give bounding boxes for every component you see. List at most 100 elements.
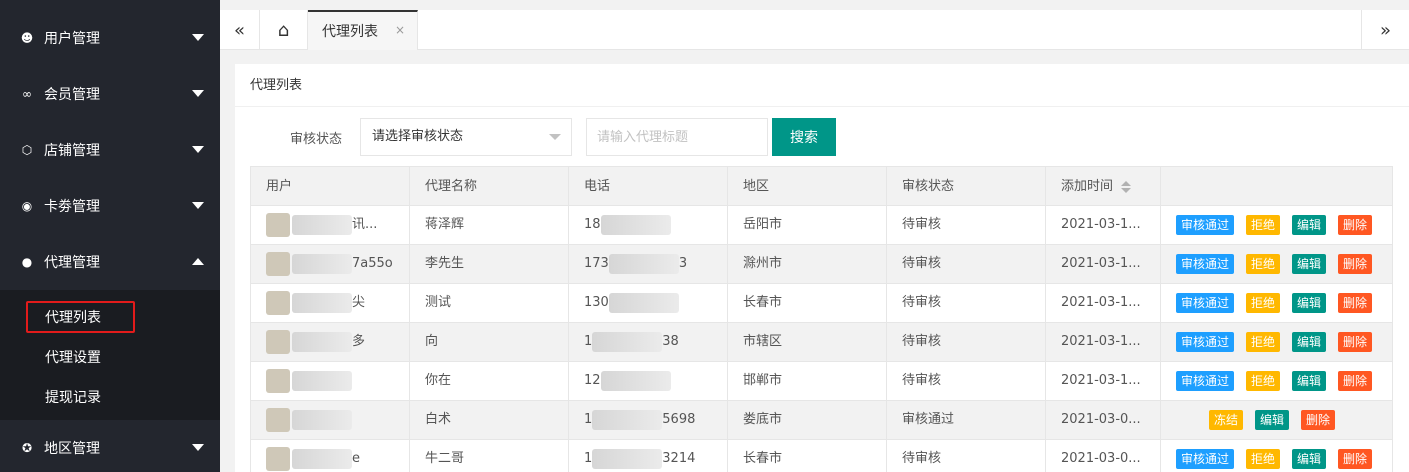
cell-added-time: 2021-03-0... [1061,451,1141,466]
cell-region: 邯郸市 [743,373,783,388]
cell-region: 滁州市 [728,245,887,283]
approve-button[interactable]: 审核通过 [1176,254,1235,274]
cell-agent-name: 李先生 [425,256,465,271]
status-filter-label: 审核状态 [290,132,343,147]
cell-agent-name: 白术 [425,412,452,427]
edit-button[interactable]: 编辑 [1292,293,1327,313]
sidebar-item-label: 地区管理 [44,441,100,457]
cell-agent-name: 测试 [425,295,452,310]
cell-region: 岳阳市 [728,206,887,244]
cell-actions: 审核通过 拒绝 编辑 删除 [1160,323,1392,361]
keyword-input[interactable] [586,118,768,156]
caret-down-icon [192,90,204,97]
reject-button[interactable]: 拒绝 [1246,449,1281,469]
approve-button[interactable]: 审核通过 [1176,449,1235,469]
delete-button[interactable]: 删除 [1338,254,1373,274]
cell-added-time: 2021-03-1... [1061,256,1141,271]
card-title: 代理列表 [235,64,1409,107]
tab-bar: « ⌂ 代理列表 × » [220,10,1409,50]
sidebar-item-member-management[interactable]: ∞ 会员管理 [0,66,220,122]
cell-region: 邯郸市 [728,362,887,400]
caret-up-icon [192,258,204,265]
status-select[interactable]: 请选择审核状态 [360,118,572,156]
col-agent-name: 代理名称 [410,167,569,206]
approve-button[interactable]: 审核通过 [1176,332,1235,352]
delete-button[interactable]: 删除 [1338,371,1373,391]
approve-button[interactable]: 审核通过 [1176,293,1235,313]
delete-button[interactable]: 删除 [1338,215,1373,235]
cell-name: 你在 [410,362,569,400]
cell-user: 多 [251,323,410,361]
masked-text [600,214,671,235]
cell-user-visible: e [352,451,360,466]
cell-phone: 12 [569,362,728,400]
delete-button[interactable]: 删除 [1338,332,1373,352]
cell-user-visible: 7a55o [352,256,393,271]
cell-time: 2021-03-1... [1046,362,1160,400]
cell-region: 市辖区 [728,323,887,361]
avatar [266,407,290,432]
sidebar-item-coupon-management[interactable]: ◉ 卡劵管理 [0,178,220,234]
sidebar-item-user-management[interactable]: ☻ 用户管理 [0,10,220,66]
tab-home[interactable]: ⌂ [260,10,308,50]
tabs-scroll-left-button[interactable]: « [220,10,260,50]
cell-phone: 1 38 [569,323,728,361]
edit-button[interactable]: 编辑 [1292,371,1327,391]
tabs-scroll-right-button[interactable]: » [1361,10,1409,50]
cell-region: 长春市 [743,295,783,310]
reject-button[interactable]: 拒绝 [1246,293,1281,313]
edit-button[interactable]: 编辑 [1292,449,1327,469]
masked-text [292,331,352,352]
cell-region: 岳阳市 [743,217,783,232]
sort-icon[interactable] [1121,180,1132,193]
cell-user-visible: 讯... [352,217,378,232]
close-icon[interactable]: × [395,23,405,37]
cell-region: 娄底市 [728,401,887,439]
edit-button[interactable]: 编辑 [1292,332,1327,352]
caret-down-icon [192,146,204,153]
cell-actions: 审核通过 拒绝 编辑 删除 [1160,206,1392,244]
edit-button[interactable]: 编辑 [1292,215,1327,235]
cell-status: 待审核 [902,217,942,232]
reject-button[interactable]: 拒绝 [1246,371,1281,391]
cell-agent-name: 你在 [425,373,452,388]
cell-region: 市辖区 [743,334,783,349]
col-added-time[interactable]: 添加时间 [1046,167,1160,206]
delete-button[interactable]: 删除 [1338,449,1373,469]
user-outline-icon: ☻ [20,31,34,45]
tab-agent-list[interactable]: 代理列表 × [308,10,418,50]
cell-actions: 审核通过 拒绝 编辑 删除 [1160,440,1392,472]
masked-text [592,331,663,352]
cell-name: 牛二哥 [410,440,569,472]
approve-button[interactable]: 审核通过 [1176,215,1235,235]
cell-phone-prefix: 1 [584,334,593,349]
col-phone: 电话 [569,167,728,206]
infinity-icon: ∞ [22,87,32,101]
freeze-button[interactable]: 冻结 [1209,410,1244,430]
cell-name: 白术 [410,401,569,439]
active-submenu-highlight [26,301,135,333]
delete-button[interactable]: 删除 [1301,410,1336,430]
edit-button[interactable]: 编辑 [1255,410,1290,430]
edit-button[interactable]: 编辑 [1292,254,1327,274]
approve-button[interactable]: 审核通过 [1176,371,1235,391]
cell-region: 长春市 [728,284,887,322]
action-buttons: 审核通过 拒绝 编辑 删除 [1176,449,1373,469]
submenu-withdraw-records[interactable]: 提现记录 [45,387,101,407]
action-buttons: 冻结 编辑 删除 [1209,410,1336,430]
reject-button[interactable]: 拒绝 [1246,332,1281,352]
sidebar-item-agent-management[interactable]: ● 代理管理 [0,234,220,290]
search-button[interactable]: 搜索 [772,118,836,156]
cell-status: 待审核 [887,206,1046,244]
submenu-agent-settings[interactable]: 代理设置 [45,347,101,367]
action-buttons: 审核通过 拒绝 编辑 删除 [1176,371,1373,391]
sidebar-item-label: 用户管理 [44,31,100,47]
masked-text [292,253,352,274]
action-buttons: 审核通过 拒绝 编辑 删除 [1176,332,1373,352]
sidebar-item-store-management[interactable]: ⬡ 店铺管理 [0,122,220,178]
reject-button[interactable]: 拒绝 [1246,215,1281,235]
reject-button[interactable]: 拒绝 [1246,254,1281,274]
delete-button[interactable]: 删除 [1338,293,1373,313]
cell-time: 2021-03-1... [1046,323,1160,361]
sidebar-item-region-management[interactable]: ✪ 地区管理 [0,420,220,472]
